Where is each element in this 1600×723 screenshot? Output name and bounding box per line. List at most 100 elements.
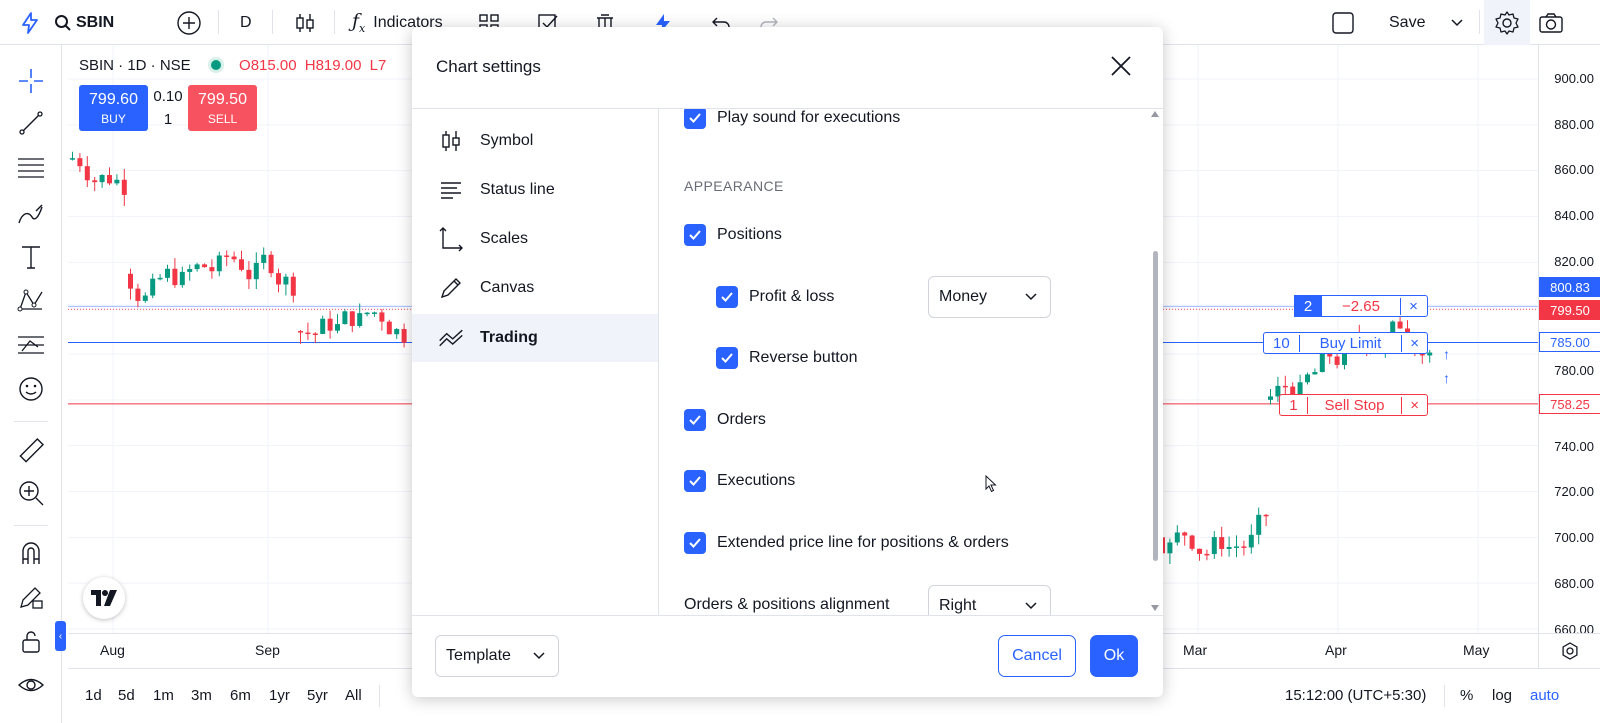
range-1m[interactable]: 1m (153, 687, 174, 704)
ok-button[interactable]: Ok (1090, 635, 1138, 677)
fib-retracement-icon[interactable] (11, 149, 51, 185)
compare-add-icon[interactable] (176, 0, 202, 45)
candle-body (121, 179, 127, 195)
prediction-icon[interactable] (11, 327, 51, 363)
position-tag[interactable]: 2 −2.65 × (1294, 295, 1428, 317)
quantity-value[interactable]: 1 (164, 111, 172, 128)
buy-button[interactable]: 799.60 BUY (79, 85, 148, 131)
candle-body (194, 264, 200, 270)
magnet-icon[interactable] (11, 535, 51, 571)
alignment-label: Orders & positions alignment (684, 596, 890, 613)
buy-limit-close-icon[interactable]: × (1401, 334, 1427, 352)
template-select[interactable]: Template (435, 635, 559, 677)
nav-symbol[interactable]: Symbol (412, 117, 658, 165)
profit-loss-select[interactable]: Money (928, 276, 1051, 318)
brush-icon[interactable] (11, 195, 51, 231)
nav-trading[interactable]: Trading (412, 314, 658, 362)
position-qty: 2 (1294, 295, 1322, 317)
scroll-down-arrow-icon[interactable] (1151, 605, 1159, 611)
reverse-button-row[interactable]: Reverse button (716, 347, 858, 369)
cancel-button[interactable]: Cancel (998, 635, 1076, 677)
percent-toggle[interactable]: % (1460, 687, 1473, 704)
auto-toggle[interactable]: auto (1530, 687, 1559, 704)
log-toggle[interactable]: log (1492, 687, 1512, 704)
candle-body (386, 321, 392, 335)
eye-icon[interactable] (11, 667, 51, 703)
candle-body (246, 269, 252, 280)
buy-limit-tag[interactable]: 10 Buy Limit × (1263, 332, 1428, 354)
checkbox-checked-icon[interactable] (684, 109, 706, 129)
checkbox-checked-icon[interactable] (684, 532, 706, 554)
candle-body (172, 268, 178, 286)
candle-body (357, 313, 363, 326)
range-5yr[interactable]: 5yr (307, 687, 328, 704)
settings-gear-icon[interactable] (1484, 0, 1530, 45)
pattern-icon[interactable] (11, 283, 51, 319)
orders-row[interactable]: Orders (684, 409, 766, 431)
positions-row[interactable]: Positions (684, 224, 782, 246)
range-all[interactable]: All (345, 687, 362, 704)
buy-limit-qty: 10 (1264, 334, 1300, 352)
clock-time[interactable]: 15:12:00 (UTC+5:30) (1285, 687, 1426, 704)
extended-line-row[interactable]: Extended price line for positions & orde… (684, 532, 1009, 554)
checkbox-checked-icon[interactable] (716, 347, 738, 369)
tradingview-logo[interactable] (83, 577, 125, 619)
axis-settings-gear-icon[interactable] (1538, 633, 1600, 668)
save-chevron-down-icon[interactable] (1450, 0, 1464, 45)
range-5d[interactable]: 5d (118, 687, 135, 704)
checkbox-checked-icon[interactable] (684, 224, 706, 246)
ruler-icon[interactable] (11, 433, 51, 469)
checkbox-checked-icon[interactable] (684, 409, 706, 431)
checkbox-checked-icon[interactable] (684, 470, 706, 492)
chart-type-candles-icon[interactable] (294, 0, 316, 45)
profit-loss-value: Money (939, 288, 988, 305)
text-icon[interactable] (11, 239, 51, 275)
collapse-toolbar-handle[interactable]: ‹ (55, 621, 66, 651)
trend-line-icon[interactable] (11, 105, 51, 141)
nav-status-line[interactable]: Status line (412, 166, 658, 214)
unlock-icon[interactable] (11, 623, 51, 659)
price-label: 700.00 (1554, 530, 1594, 545)
candle-body (335, 324, 340, 331)
candle-body (1263, 514, 1269, 517)
symbol-label: SBIN (76, 13, 115, 31)
price-label: 840.00 (1554, 208, 1594, 223)
zoom-in-icon[interactable] (11, 475, 51, 511)
crosshair-icon[interactable] (11, 63, 51, 99)
position-close-icon[interactable]: × (1400, 297, 1426, 315)
save-button[interactable]: Save (1389, 0, 1425, 45)
trading-icon (438, 325, 464, 351)
profit-loss-row[interactable]: Profit & loss (716, 286, 834, 308)
range-3m[interactable]: 3m (191, 687, 212, 704)
candle-body (1226, 546, 1232, 549)
candle-body (179, 271, 185, 286)
candle-body (157, 277, 163, 280)
candle-body (107, 175, 112, 184)
nav-canvas[interactable]: Canvas (412, 264, 658, 312)
range-1d[interactable]: 1d (85, 687, 102, 704)
candle-body (187, 269, 193, 272)
checkbox-checked-icon[interactable] (716, 286, 738, 308)
close-icon[interactable] (1106, 51, 1136, 81)
alignment-select[interactable]: Right (928, 585, 1051, 615)
sell-stop-tag[interactable]: 1 Sell Stop × (1279, 394, 1428, 416)
sell-stop-close-icon[interactable]: × (1401, 396, 1427, 414)
camera-icon[interactable] (1538, 0, 1564, 45)
content-scrollbar[interactable] (1153, 251, 1158, 561)
play-sound-row[interactable]: Play sound for executions (684, 109, 900, 129)
symbol-search[interactable]: SBIN (54, 0, 114, 45)
lightning-icon[interactable] (18, 0, 42, 45)
smiley-icon[interactable] (11, 371, 51, 407)
executions-row[interactable]: Executions (684, 470, 795, 492)
candle-body (305, 332, 311, 335)
range-6m[interactable]: 6m (230, 687, 251, 704)
status-line-icon (438, 177, 464, 203)
price-axis[interactable]: 900.00 880.00 860.00 840.00 820.00 800.8… (1538, 45, 1600, 637)
range-1yr[interactable]: 1yr (269, 687, 290, 704)
lock-drawing-pencil-icon[interactable] (11, 579, 51, 615)
sell-button[interactable]: 799.50 SELL (188, 85, 257, 131)
scroll-up-arrow-icon[interactable] (1151, 111, 1159, 117)
interval-button[interactable]: D (240, 0, 252, 45)
fullscreen-checkbox-icon[interactable] (1331, 0, 1355, 45)
nav-scales[interactable]: Scales (412, 215, 658, 263)
